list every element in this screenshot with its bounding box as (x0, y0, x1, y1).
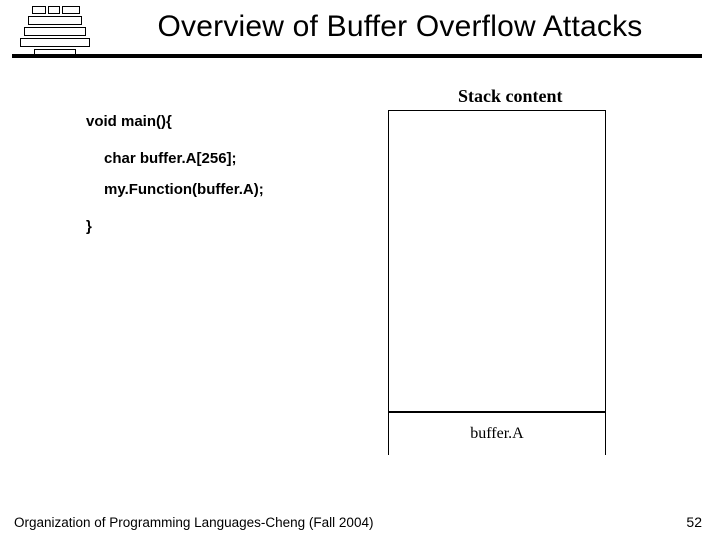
buffer-label: buffer.A (388, 425, 606, 443)
slide-title: Overview of Buffer Overflow Attacks (0, 10, 720, 44)
stack-box-empty (388, 110, 606, 412)
code-line: char buffer.A[256]; (104, 151, 264, 166)
slide-header: Overview of Buffer Overflow Attacks (0, 10, 720, 44)
code-block: void main(){ char buffer.A[256]; my.Func… (86, 114, 264, 234)
title-underline (12, 54, 702, 58)
code-line: } (86, 219, 264, 234)
footer-text: Organization of Programming Languages-Ch… (14, 515, 373, 530)
stack-content-label: Stack content (458, 86, 563, 107)
code-line: void main(){ (86, 114, 264, 129)
slide: Overview of Buffer Overflow Attacks Stac… (0, 0, 720, 540)
code-line: my.Function(buffer.A); (104, 182, 264, 197)
page-number: 52 (686, 514, 702, 530)
